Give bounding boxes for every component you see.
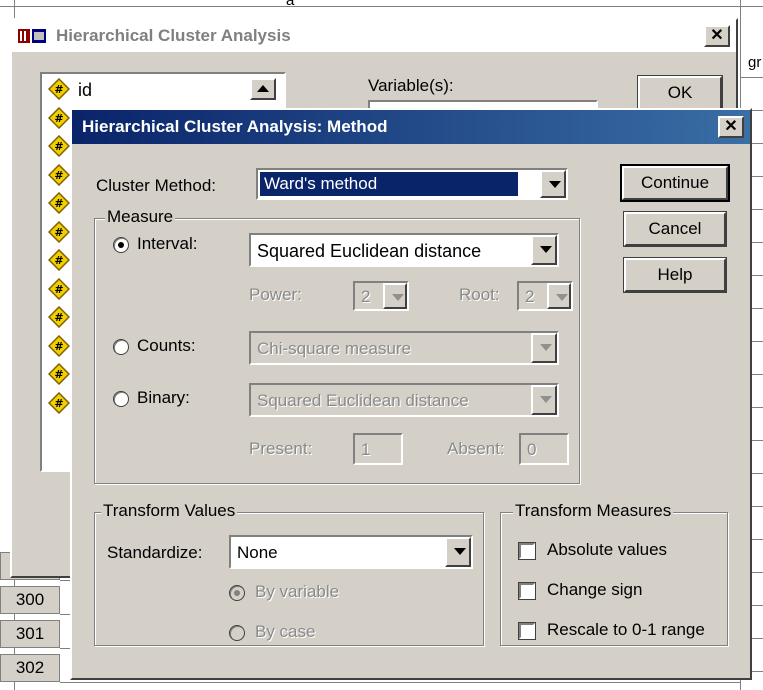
scale-variable-icon: # (47, 77, 71, 101)
scale-variable-icon: # (47, 277, 71, 300)
absolute-values-checkbox[interactable] (518, 542, 536, 560)
standardize-value: None (237, 543, 278, 562)
transform-measures-label: Transform Measures (513, 501, 674, 521)
binary-dropdown[interactable]: Squared Euclidean distance (249, 383, 559, 417)
svg-text:#: # (54, 340, 63, 353)
root-dropdown-arrow[interactable] (547, 283, 571, 309)
header-fragment: a (286, 0, 295, 9)
method-dialog: Hierarchical Cluster Analysis: Method ✕ … (70, 108, 752, 680)
counts-radio[interactable] (113, 339, 129, 355)
svg-text:#: # (54, 283, 63, 296)
standardize-label: Standardize: (107, 543, 203, 562)
absent-value: 0 (527, 440, 537, 459)
list-scrollbar-up-button[interactable] (250, 78, 276, 100)
interval-label: Interval: (137, 234, 198, 253)
scale-variable-icon: # (47, 305, 71, 329)
power-dropdown[interactable]: 2 (353, 281, 409, 311)
row-header-302[interactable]: 302 (0, 654, 60, 682)
interval-dropdown-arrow[interactable] (531, 235, 557, 265)
method-close-button[interactable]: ✕ (718, 116, 744, 138)
svg-text:#: # (54, 169, 63, 182)
continue-button[interactable]: Continue (620, 164, 730, 202)
interval-radio[interactable] (113, 237, 129, 253)
present-field[interactable]: 1 (353, 433, 403, 465)
binary-radio[interactable] (113, 391, 129, 407)
svg-text:#: # (54, 397, 63, 410)
scale-variable-icon: # (47, 106, 71, 129)
svg-text:#: # (54, 226, 63, 239)
root-label: Root: (459, 285, 500, 304)
parent-close-button[interactable]: ✕ (704, 25, 730, 47)
svg-text:#: # (54, 112, 63, 125)
transform-values-group: Transform Values Standardize: None By va… (94, 501, 484, 646)
binary-value: Squared Euclidean distance (257, 391, 469, 410)
method-title-bar: Hierarchical Cluster Analysis: Method ✕ (72, 110, 750, 144)
cluster-method-label: Cluster Method: (96, 176, 216, 195)
counts-value: Chi-square measure (257, 339, 412, 358)
counts-dropdown[interactable]: Chi-square measure (249, 331, 559, 365)
scale-variable-icon: # (47, 362, 71, 386)
transform-measures-group: Transform Measures Absolute values Chang… (500, 501, 728, 646)
absent-label: Absent: (447, 439, 505, 458)
absolute-values-label: Absolute values (547, 540, 668, 559)
scale-variable-icon: # (47, 334, 71, 357)
cancel-button[interactable]: Cancel (623, 211, 727, 247)
transform-values-label: Transform Values (101, 501, 238, 521)
app-icon (18, 27, 48, 45)
standardize-dropdown[interactable]: None (229, 535, 473, 569)
svg-text:#: # (54, 254, 63, 267)
present-value: 1 (361, 440, 371, 459)
row-header-300[interactable]: 300 (0, 586, 60, 614)
ok-button[interactable]: OK (637, 75, 723, 111)
absent-field[interactable]: 0 (519, 433, 569, 465)
measure-group: Measure Interval: Squared Euclidean dist… (94, 207, 580, 484)
parent-dialog-title: Hierarchical Cluster Analysis (56, 26, 291, 45)
svg-text:#: # (54, 197, 63, 210)
help-button[interactable]: Help (623, 257, 727, 293)
by-variable-label: By variable (255, 582, 340, 601)
change-sign-checkbox[interactable] (518, 582, 536, 600)
scale-variable-icon: # (47, 163, 71, 186)
root-dropdown[interactable]: 2 (517, 281, 573, 311)
power-dropdown-arrow[interactable] (383, 283, 407, 309)
method-dialog-title: Hierarchical Cluster Analysis: Method (82, 117, 388, 136)
cluster-method-dropdown[interactable]: Ward's method (256, 168, 568, 200)
scale-variable-icon: # (47, 391, 71, 414)
interval-dropdown[interactable]: Squared Euclidean distance (249, 233, 559, 267)
counts-dropdown-arrow[interactable] (531, 333, 557, 363)
svg-text:#: # (54, 368, 63, 381)
parent-title-bar: Hierarchical Cluster Analysis ✕ (12, 20, 736, 52)
scale-variable-icon: # (47, 134, 71, 158)
svg-text:#: # (54, 311, 63, 324)
rescale-checkbox[interactable] (518, 622, 536, 640)
measure-group-label: Measure (105, 207, 176, 227)
by-case-label: By case (255, 622, 316, 641)
root-value: 2 (525, 287, 535, 306)
change-sign-label: Change sign (547, 580, 643, 599)
right-fragment: gr (748, 54, 762, 71)
power-label: Power: (249, 285, 302, 304)
svg-text:#: # (54, 140, 63, 153)
by-case-radio[interactable] (229, 625, 245, 641)
rescale-label: Rescale to 0-1 range (547, 620, 705, 639)
scale-variable-icon: # (47, 220, 71, 243)
scale-variable-icon: # (47, 248, 71, 272)
scale-variable-icon: # (47, 191, 71, 215)
row-header-301[interactable]: 301 (0, 620, 60, 648)
binary-dropdown-arrow[interactable] (531, 385, 557, 415)
cluster-method-value: Ward's method (260, 172, 518, 196)
standardize-dropdown-arrow[interactable] (445, 537, 471, 567)
power-value: 2 (361, 287, 371, 306)
svg-text:#: # (54, 83, 63, 96)
counts-label: Counts: (137, 336, 196, 355)
present-label: Present: (249, 439, 313, 458)
interval-value: Squared Euclidean distance (257, 241, 482, 261)
variable-id-label[interactable]: id (78, 80, 92, 101)
cluster-method-dropdown-arrow[interactable] (540, 170, 566, 198)
binary-label: Binary: (137, 388, 190, 407)
variables-label: Variable(s): (368, 76, 454, 95)
by-variable-radio[interactable] (229, 585, 245, 601)
